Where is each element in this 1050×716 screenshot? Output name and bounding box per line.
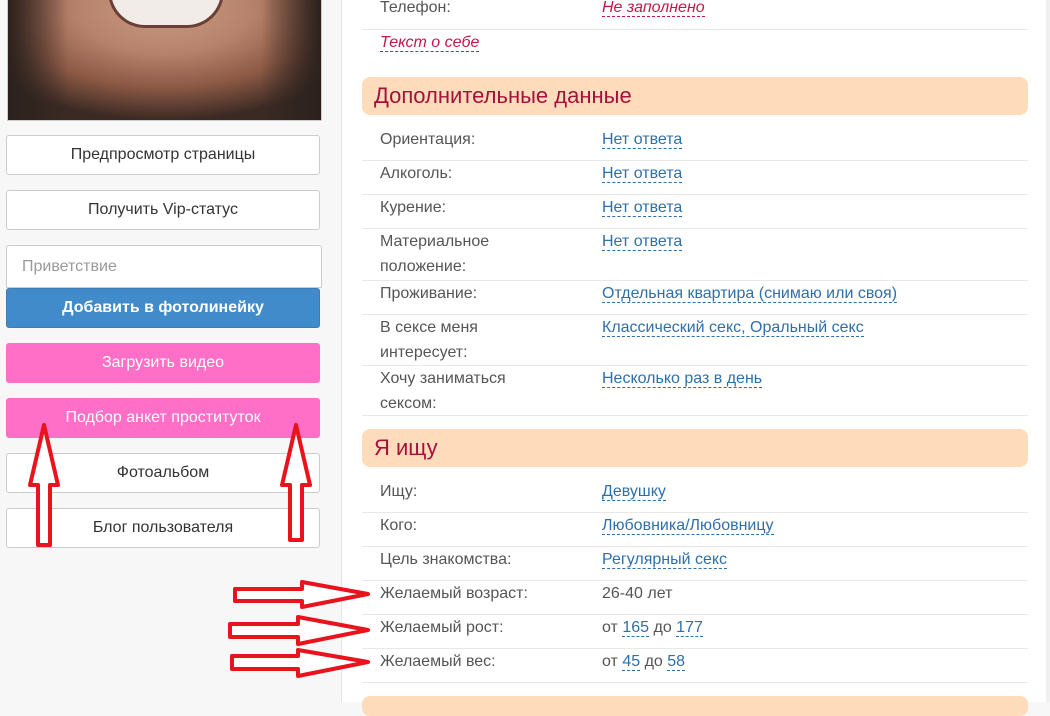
- next-section-header: [362, 696, 1028, 716]
- get-vip-button[interactable]: Получить Vip-статус: [6, 190, 320, 230]
- row-label: Материальное положение:: [380, 233, 490, 275]
- scrollbar[interactable]: [1046, 0, 1050, 702]
- height-to: до: [653, 619, 672, 636]
- photo-smile: [108, 0, 224, 28]
- row-value-wrap: Нет ответа: [602, 127, 683, 152]
- row-value[interactable]: Нет ответа: [602, 165, 683, 183]
- row-value-wrap: Любовника/Любовницу: [602, 513, 774, 538]
- living-row: Проживание: Отдельная квартира (снимаю и…: [362, 281, 1028, 315]
- sex-interest-row: В сексе меня интересует: Классический се…: [362, 315, 1028, 366]
- height-from: от: [602, 619, 618, 636]
- row-label: Алкоголь:: [380, 165, 453, 182]
- row-value-wrap: Классический секс, Оральный секс: [602, 315, 864, 340]
- sidebar: Предпросмотр страницы Получить Vip-стату…: [0, 0, 335, 702]
- row-value-wrap: Отдельная квартира (снимаю или своя): [602, 281, 898, 306]
- row-label: В сексе меня интересует:: [380, 319, 478, 361]
- row-value-wrap: Регулярный секс: [602, 547, 728, 572]
- height-min[interactable]: 165: [622, 619, 650, 637]
- goal-row: Цель знакомства: Регулярный секс: [362, 547, 1028, 581]
- row-value[interactable]: Классический секс, Оральный секс: [602, 319, 864, 337]
- escort-search-button[interactable]: Подбор анкет проституток: [6, 398, 320, 438]
- weight-value: от 45 до 58: [602, 649, 686, 674]
- row-value-wrap: Нет ответа: [602, 161, 683, 186]
- row-value[interactable]: Нет ответа: [602, 131, 683, 149]
- photo-shadow-left: [8, 0, 68, 120]
- weight-max[interactable]: 58: [667, 653, 686, 671]
- whom-row: Кого: Любовника/Любовницу: [362, 513, 1028, 547]
- age-row: Желаемый возраст: 26-40 лет: [362, 581, 1028, 615]
- row-value-wrap: Нет ответа: [602, 229, 683, 254]
- upload-video-button[interactable]: Загрузить видео: [6, 343, 320, 383]
- row-value[interactable]: Нет ответа: [602, 199, 683, 217]
- phone-row: Телефон: Не заполнено: [362, 0, 1028, 30]
- add-photoline-button[interactable]: Добавить в фотолинейку: [6, 288, 320, 328]
- phone-value[interactable]: Не заполнено: [602, 0, 705, 17]
- height-max[interactable]: 177: [676, 619, 703, 637]
- looking-for-header: Я ищу: [362, 429, 1028, 467]
- row-value[interactable]: Нет ответа: [602, 233, 683, 251]
- row-value-wrap: Девушку: [602, 479, 666, 504]
- row-label: Ориентация:: [380, 131, 476, 148]
- photoalbum-button[interactable]: Фотоальбом: [6, 453, 320, 493]
- height-value: от 165 до 177: [602, 615, 703, 640]
- row-value[interactable]: Девушку: [602, 483, 666, 501]
- age-label: Желаемый возраст:: [380, 585, 528, 602]
- row-value-wrap: Нет ответа: [602, 195, 683, 220]
- weight-row: Желаемый вес: от 45 до 58: [362, 649, 1028, 683]
- row-value[interactable]: Регулярный секс: [602, 551, 728, 569]
- about-row: Текст о себе: [362, 30, 1028, 65]
- profile-panel: Телефон: Не заполнено Текст о себе Допол…: [341, 0, 1050, 716]
- phone-label: Телефон:: [380, 0, 451, 16]
- orientation-row: Ориентация: Нет ответа: [362, 127, 1028, 161]
- weight-from: от: [602, 653, 618, 670]
- preview-page-button[interactable]: Предпросмотр страницы: [6, 135, 320, 175]
- weight-label: Желаемый вес:: [380, 653, 496, 670]
- about-link[interactable]: Текст о себе: [380, 34, 480, 52]
- row-value[interactable]: Несколько раз в день: [602, 370, 763, 388]
- user-blog-button[interactable]: Блог пользователя: [6, 508, 320, 548]
- row-value[interactable]: Любовника/Любовницу: [602, 517, 774, 535]
- row-label: Курение:: [380, 199, 447, 216]
- weight-to: до: [644, 653, 663, 670]
- height-row: Желаемый рост: от 165 до 177: [362, 615, 1028, 649]
- row-label: Ищу:: [380, 483, 418, 500]
- row-label: Кого:: [380, 517, 418, 534]
- row-label: Цель знакомства:: [380, 551, 512, 568]
- age-value: 26-40 лет: [602, 585, 673, 602]
- height-label: Желаемый рост:: [380, 619, 504, 636]
- profile-photo[interactable]: [7, 0, 322, 121]
- smoking-row: Курение: Нет ответа: [362, 195, 1028, 229]
- phone-value-wrap: Не заполнено: [602, 0, 705, 20]
- row-label: Проживание:: [380, 285, 478, 302]
- row-label: Хочу заниматься сексом:: [380, 370, 506, 412]
- photo-shadow-right: [261, 0, 321, 120]
- weight-min[interactable]: 45: [622, 653, 641, 671]
- financial-row: Материальное положение: Нет ответа: [362, 229, 1028, 281]
- greeting-input[interactable]: Приветствие: [6, 245, 322, 288]
- alcohol-row: Алкоголь: Нет ответа: [362, 161, 1028, 195]
- additional-data-header: Дополнительные данные: [362, 77, 1028, 115]
- seeking-row: Ищу: Девушку: [362, 479, 1028, 513]
- row-value-wrap: Несколько раз в день: [602, 366, 763, 391]
- sex-frequency-row: Хочу заниматься сексом: Несколько раз в …: [362, 366, 1028, 416]
- about-wrap: Текст о себе: [380, 30, 590, 55]
- row-value[interactable]: Отдельная квартира (снимаю или своя): [602, 285, 898, 303]
